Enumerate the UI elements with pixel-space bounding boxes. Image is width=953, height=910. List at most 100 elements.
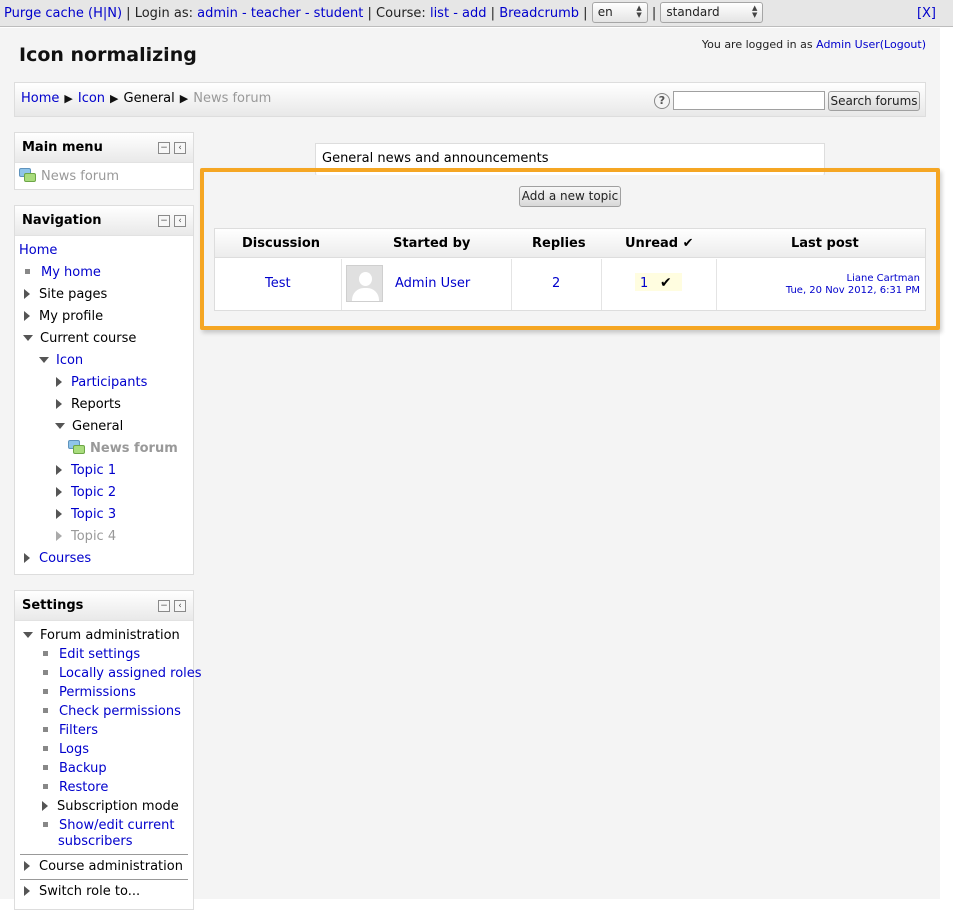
collapse-tree-icon bbox=[23, 631, 33, 638]
block-title: Settings bbox=[22, 598, 84, 613]
purge-cache-link[interactable]: Purge cache bbox=[4, 6, 84, 21]
nav-item-topic-3[interactable]: Topic 3 bbox=[56, 507, 116, 523]
breadcrumb-home[interactable]: Home bbox=[21, 91, 59, 106]
dev-toolbar: Purge cache (H|N) | Login as: admin - te… bbox=[0, 0, 953, 27]
bullet-icon bbox=[43, 765, 48, 770]
navbar: Home ▶ Icon ▶ General ▶ News forum ? Search fo… bbox=[14, 82, 926, 117]
separator: | bbox=[126, 6, 131, 21]
logout-link[interactable]: (Logout) bbox=[880, 38, 926, 51]
breadcrumb-link[interactable]: Breadcrumb bbox=[499, 6, 579, 21]
navigation-block: Navigation − ‹ Home My home Site pages M… bbox=[14, 205, 194, 575]
login-as-admin-link[interactable]: admin bbox=[197, 6, 238, 21]
bullet-icon bbox=[43, 651, 48, 656]
nav-item-my-profile[interactable]: My profile bbox=[24, 309, 103, 325]
block-title: Main menu bbox=[22, 140, 103, 155]
settings-switch-role[interactable]: Switch role to... bbox=[24, 884, 140, 900]
bullet-icon bbox=[43, 727, 48, 732]
search-forums-button[interactable]: Search forums bbox=[828, 91, 920, 111]
settings-edit-settings[interactable]: Edit settings bbox=[41, 647, 140, 663]
collapse-icon[interactable]: − bbox=[158, 600, 170, 612]
course-label: Course: bbox=[376, 6, 426, 21]
forum-icon bbox=[19, 168, 36, 182]
logged-in-label: You are logged in as bbox=[701, 38, 813, 51]
collapse-icon[interactable]: − bbox=[158, 142, 170, 154]
course-add-link[interactable]: add bbox=[462, 6, 486, 21]
user-link[interactable]: Admin User bbox=[816, 38, 880, 51]
collapse-tree-icon bbox=[55, 422, 65, 429]
settings-block: Settings − ‹ Forum administration Edit s… bbox=[14, 590, 202, 910]
settings-filters[interactable]: Filters bbox=[41, 723, 98, 739]
language-select[interactable]: en ▲ ▼ bbox=[591, 2, 648, 23]
separator: | bbox=[583, 6, 588, 21]
settings-check-permissions[interactable]: Check permissions bbox=[41, 704, 181, 720]
settings-show-edit-subscribers-line2[interactable]: subscribers bbox=[58, 834, 133, 850]
settings-restore[interactable]: Restore bbox=[41, 780, 108, 796]
nav-item-reports[interactable]: Reports bbox=[56, 397, 121, 413]
help-icon[interactable]: ? bbox=[654, 93, 670, 109]
nav-item-topic-1[interactable]: Topic 1 bbox=[56, 463, 116, 479]
nav-item-my-home[interactable]: My home bbox=[23, 265, 101, 281]
login-as-teacher-link[interactable]: teacher bbox=[251, 6, 301, 21]
block-controls: − ‹ bbox=[158, 600, 186, 612]
separator: | bbox=[367, 6, 372, 21]
settings-forum-administration[interactable]: Forum administration bbox=[23, 628, 180, 644]
breadcrumb-general: General bbox=[123, 91, 175, 106]
settings-backup[interactable]: Backup bbox=[41, 761, 107, 777]
divider bbox=[20, 879, 188, 880]
expand-icon bbox=[42, 800, 48, 811]
collapse-tree-icon bbox=[23, 334, 33, 341]
forum-icon bbox=[68, 440, 85, 454]
settings-locally-assigned-roles[interactable]: Locally assigned roles bbox=[41, 666, 202, 682]
settings-logs[interactable]: Logs bbox=[41, 742, 89, 758]
select-arrows-icon: ▲ ▼ bbox=[751, 4, 758, 19]
expand-icon bbox=[56, 486, 62, 497]
bullet-icon bbox=[43, 689, 48, 694]
close-devbar-button[interactable]: [X] bbox=[917, 0, 936, 27]
settings-show-edit-subscribers[interactable]: Show/edit current bbox=[41, 818, 174, 834]
block-controls: − ‹ bbox=[158, 142, 186, 154]
course-list-link[interactable]: list bbox=[430, 6, 449, 21]
settings-permissions[interactable]: Permissions bbox=[41, 685, 136, 701]
block-title: Navigation bbox=[22, 213, 102, 228]
dock-icon[interactable]: ‹ bbox=[174, 600, 186, 612]
settings-subscription-mode[interactable]: Subscription mode bbox=[42, 799, 179, 815]
nav-item-home[interactable]: Home bbox=[19, 243, 57, 259]
nav-item-site-pages[interactable]: Site pages bbox=[24, 287, 107, 303]
breadcrumb-icon[interactable]: Icon bbox=[78, 91, 105, 106]
block-header: Settings − ‹ bbox=[15, 591, 193, 621]
nav-item-news-forum[interactable]: News forum bbox=[68, 440, 178, 457]
block-header: Main menu − ‹ bbox=[15, 133, 193, 163]
nav-item-participants[interactable]: Participants bbox=[56, 375, 147, 391]
bullet-icon bbox=[43, 822, 48, 827]
expand-icon bbox=[56, 530, 62, 541]
bullet-icon bbox=[43, 784, 48, 789]
dock-icon[interactable]: ‹ bbox=[174, 215, 186, 227]
settings-course-administration[interactable]: Course administration bbox=[24, 859, 183, 875]
theme-select[interactable]: standard ▲ ▼ bbox=[660, 2, 764, 23]
search-forums-input[interactable] bbox=[673, 91, 825, 110]
nav-item-topic-4[interactable]: Topic 4 bbox=[56, 529, 116, 545]
nav-item-courses[interactable]: Courses bbox=[24, 551, 91, 567]
purge-cache-hn-link[interactable]: (H|N) bbox=[88, 6, 122, 21]
separator: | bbox=[651, 6, 657, 21]
highlight-frame bbox=[200, 168, 940, 330]
expand-icon bbox=[24, 310, 30, 321]
collapse-icon[interactable]: − bbox=[158, 215, 170, 227]
breadcrumb-separator-icon: ▶ bbox=[179, 92, 189, 105]
nav-item-general[interactable]: General bbox=[55, 419, 123, 435]
main-menu-item[interactable]: News forum bbox=[19, 168, 119, 185]
nav-item-topic-2[interactable]: Topic 2 bbox=[56, 485, 116, 501]
page-title: Icon normalizing bbox=[19, 44, 197, 66]
divider bbox=[20, 854, 188, 855]
nav-item-current-course[interactable]: Current course bbox=[23, 331, 136, 347]
block-controls: − ‹ bbox=[158, 215, 186, 227]
nav-item-course-icon[interactable]: Icon bbox=[39, 353, 83, 369]
expand-icon bbox=[24, 288, 30, 299]
language-select-value: en bbox=[597, 5, 613, 19]
dock-icon[interactable]: ‹ bbox=[174, 142, 186, 154]
breadcrumb: Home ▶ Icon ▶ General ▶ News forum bbox=[21, 91, 271, 106]
expand-icon bbox=[56, 398, 62, 409]
main-menu-block: Main menu − ‹ News forum bbox=[14, 132, 194, 190]
login-as-student-link[interactable]: student bbox=[314, 6, 364, 21]
dev-toolbar-links: Purge cache (H|N) | Login as: admin - te… bbox=[4, 0, 764, 27]
